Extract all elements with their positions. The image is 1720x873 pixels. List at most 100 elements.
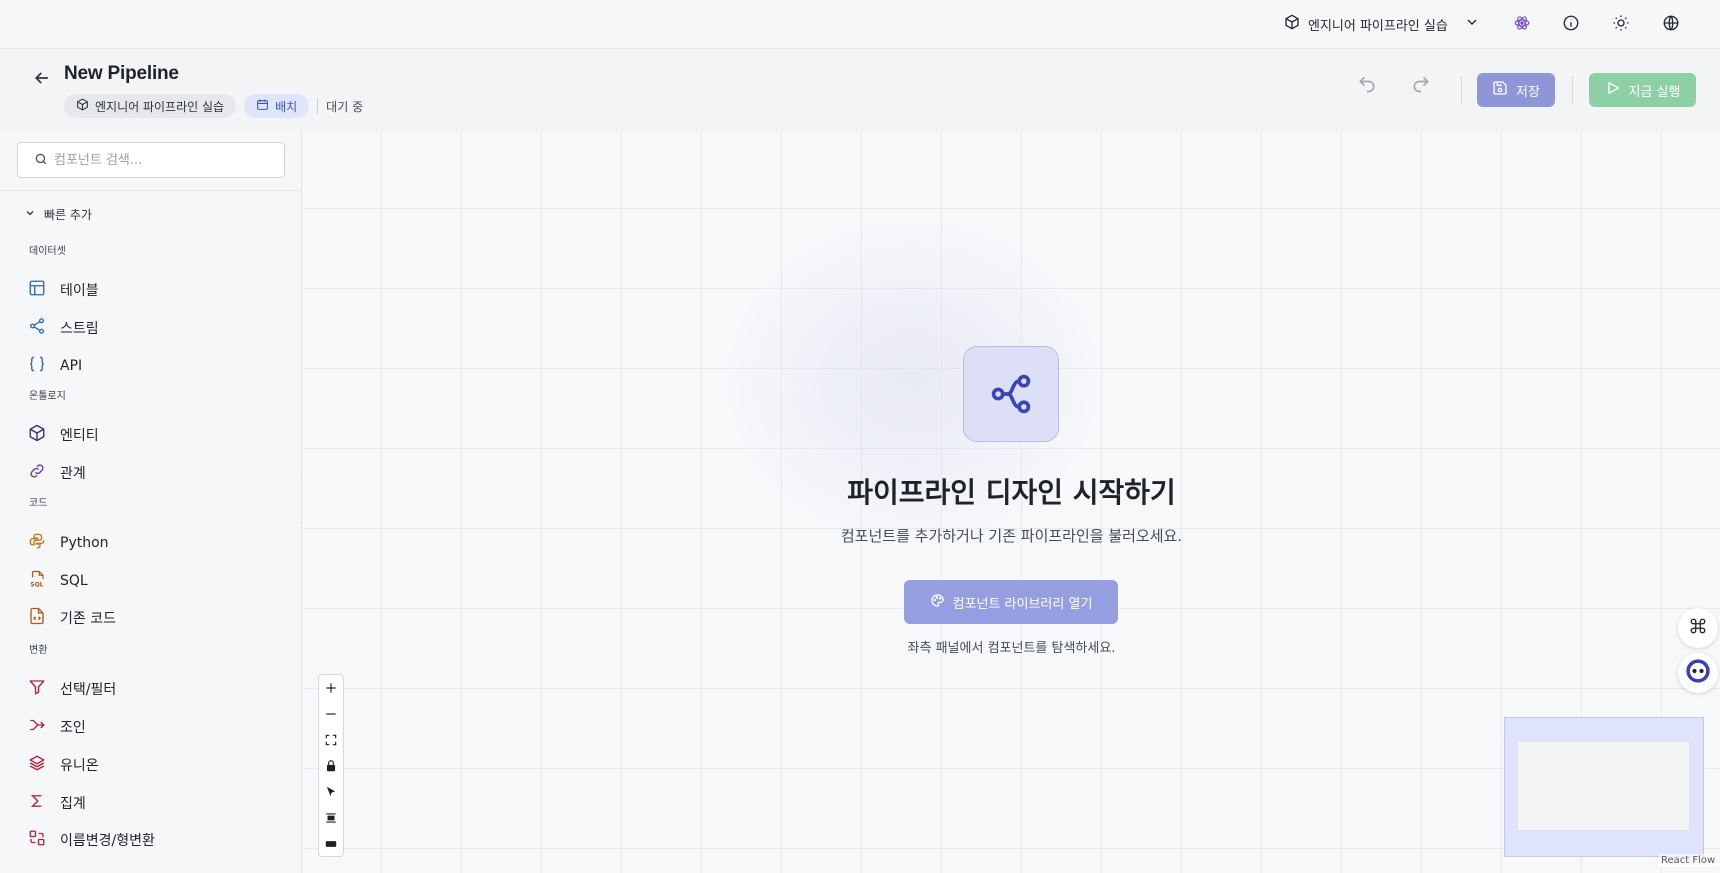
group-label-transform: 변환 — [29, 645, 48, 656]
python-icon — [28, 532, 46, 554]
zoom-in-icon[interactable] — [319, 676, 343, 700]
link-icon — [28, 462, 46, 484]
play-icon — [1605, 80, 1621, 100]
cube-icon — [1284, 14, 1300, 34]
sidebar-item-label: API — [60, 358, 83, 374]
sql-file-icon: SQL — [28, 570, 46, 592]
shortcuts-button[interactable] — [1678, 608, 1718, 648]
status-text: 대기 중 — [326, 99, 364, 114]
atom-icon[interactable] — [1512, 13, 1532, 33]
pipeline-canvas[interactable]: 파이프라인 디자인 시작하기 컴포넌트를 추가하거나 기존 파이프라인을 불러오… — [303, 131, 1720, 873]
component-sidebar: 빠른 추가 데이터셋 테이블 스트림 API 온톨로지 엔티티 관계 코드 Py… — [0, 131, 302, 873]
top-bar: 엔지니어 파이프라인 실습 — [0, 0, 1720, 49]
undo-icon[interactable] — [1357, 74, 1377, 94]
back-arrow-icon[interactable] — [32, 68, 52, 88]
cube-icon — [28, 424, 46, 446]
sidebar-item-filter[interactable]: 선택/필터 — [28, 678, 116, 700]
divider — [317, 98, 319, 114]
save-button-label: 저장 — [1516, 84, 1540, 100]
calendar-icon — [256, 98, 269, 114]
save-button[interactable]: 저장 — [1477, 73, 1555, 107]
sidebar-item-sql[interactable]: SQL SQL — [28, 570, 88, 592]
group-label-code: 코드 — [29, 498, 48, 509]
open-library-button-label: 컴포넌트 라이브러리 열기 — [952, 596, 1093, 612]
mode-chip: 배치 — [244, 94, 310, 118]
sidebar-item-label: Python — [60, 535, 109, 551]
chevron-down-icon — [24, 207, 36, 222]
sidebar-item-join[interactable]: 조인 — [28, 716, 86, 738]
mode-chip-label: 배치 — [275, 99, 298, 114]
fit-view-icon[interactable] — [319, 728, 343, 752]
sidebar-item-label: 관계 — [60, 466, 86, 482]
canvas-controls — [318, 674, 344, 857]
sigma-icon — [28, 792, 46, 814]
redo-icon[interactable] — [1411, 74, 1431, 94]
workspace-name: 엔지니어 파이프라인 실습 — [1308, 18, 1448, 34]
bot-icon — [1684, 657, 1712, 689]
braces-icon — [28, 355, 46, 377]
divider — [0, 190, 302, 191]
group-label-datasets: 데이터셋 — [29, 246, 66, 257]
page-title: New Pipeline — [64, 63, 179, 84]
minimap[interactable] — [1504, 717, 1704, 857]
sidebar-item-label: 조인 — [60, 720, 86, 736]
pipeline-meta: 엔지니어 파이프라인 실습 배치 대기 중 — [64, 94, 363, 118]
sidebar-item-label: 선택/필터 — [60, 682, 117, 698]
chevron-down-icon — [1464, 14, 1480, 34]
assistant-button[interactable] — [1678, 653, 1718, 693]
sidebar-item-aggregate[interactable]: 집계 — [28, 792, 86, 814]
svg-text:SQL: SQL — [30, 582, 43, 589]
sidebar-item-label: 테이블 — [60, 283, 99, 299]
sidebar-item-python[interactable]: Python — [28, 532, 109, 554]
sidebar-item-label: 집계 — [60, 796, 86, 812]
sun-icon[interactable] — [1611, 13, 1631, 33]
sidebar-item-existing-code[interactable]: 기존 코드 — [28, 607, 116, 629]
globe-icon[interactable] — [1661, 13, 1681, 33]
filter-icon — [28, 678, 46, 700]
palette-icon — [930, 593, 945, 612]
swap-icon — [28, 829, 46, 851]
pointer-icon[interactable] — [319, 780, 343, 804]
sidebar-item-table[interactable]: 테이블 — [28, 279, 99, 301]
group-label-ontology: 온톨로지 — [29, 391, 66, 402]
run-now-button-label: 지금 실행 — [1628, 84, 1681, 100]
info-icon[interactable] — [1561, 13, 1581, 33]
keyboard-icon[interactable] — [319, 832, 343, 856]
react-flow-attribution[interactable]: React Flow — [1659, 854, 1718, 867]
zoom-out-icon[interactable] — [319, 702, 343, 726]
align-icon[interactable] — [319, 806, 343, 830]
workspace-switcher[interactable]: 엔지니어 파이프라인 실습 — [1284, 12, 1480, 36]
search-input[interactable] — [54, 152, 274, 168]
sidebar-item-stream[interactable]: 스트림 — [28, 317, 99, 339]
sidebar-item-entity[interactable]: 엔티티 — [28, 424, 99, 446]
layers-icon — [28, 754, 46, 776]
lock-icon[interactable] — [319, 754, 343, 778]
sidebar-item-api[interactable]: API — [28, 355, 82, 377]
pipeline-icon — [963, 346, 1059, 442]
open-library-button[interactable]: 컴포넌트 라이브러리 열기 — [904, 580, 1118, 624]
empty-state-subtitle: 컴포넌트를 추가하거나 기존 파이프라인을 불러오세요. — [840, 527, 1183, 545]
cube-icon — [76, 98, 89, 114]
quick-add-toggle[interactable]: 빠른 추가 — [24, 206, 92, 223]
empty-state-title: 파이프라인 디자인 시작하기 — [847, 476, 1176, 509]
pipeline-header: New Pipeline 엔지니어 파이프라인 실습 배치 대기 중 저장 지금… — [0, 49, 1720, 131]
table-icon — [28, 279, 46, 301]
sidebar-item-label: 스트림 — [60, 321, 99, 337]
sidebar-item-label: 기존 코드 — [60, 611, 116, 627]
workspace-chip: 엔지니어 파이프라인 실습 — [64, 94, 237, 118]
merge-icon — [28, 716, 46, 738]
search-box[interactable] — [17, 142, 285, 178]
sidebar-item-label: 유니온 — [60, 758, 99, 774]
divider — [1461, 76, 1462, 104]
quick-add-label: 빠른 추가 — [44, 208, 92, 222]
empty-state-hint: 좌측 패널에서 컴포넌트를 탐색하세요. — [907, 641, 1116, 656]
sidebar-item-rename-cast[interactable]: 이름변경/형변환 — [28, 829, 155, 851]
minimap-viewport — [1517, 741, 1690, 831]
sidebar-item-label: 이름변경/형변환 — [60, 833, 155, 849]
search-icon — [34, 151, 48, 170]
code-file-icon — [28, 607, 46, 629]
sidebar-item-relation[interactable]: 관계 — [28, 462, 86, 484]
sidebar-item-label: 엔티티 — [60, 428, 99, 444]
sidebar-item-union[interactable]: 유니온 — [28, 754, 99, 776]
run-now-button[interactable]: 지금 실행 — [1589, 73, 1696, 107]
